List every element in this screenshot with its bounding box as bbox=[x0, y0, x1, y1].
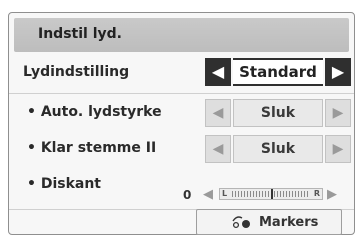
slider-handle[interactable] bbox=[271, 189, 273, 199]
treble-value: 0 bbox=[183, 188, 192, 202]
left-arrow-icon[interactable]: ◀ bbox=[203, 187, 213, 202]
treble-slider[interactable]: L R bbox=[219, 188, 323, 200]
left-arrow-icon[interactable]: ◀ bbox=[205, 58, 231, 86]
auto-volume-value: Sluk bbox=[233, 99, 323, 127]
page-title: Indstil lyd. bbox=[38, 26, 122, 42]
sound-settings-panel: Indstil lyd. Lydindstilling ◀ Standard ▶… bbox=[8, 12, 355, 235]
sound-mode-selector[interactable]: ◀ Standard ▶ bbox=[205, 58, 351, 86]
markers-label: Markers bbox=[259, 215, 319, 230]
slider-right-mark: R bbox=[313, 189, 320, 198]
clear-voice-label: • Klar stemme II bbox=[27, 140, 157, 156]
auto-volume-selector[interactable]: ◀ Sluk ▶ bbox=[205, 99, 351, 127]
right-arrow-icon[interactable]: ▶ bbox=[327, 187, 337, 202]
sound-mode-label: Lydindstilling bbox=[23, 64, 130, 80]
clear-voice-selector[interactable]: ◀ Sluk ▶ bbox=[205, 135, 351, 163]
treble-label: • Diskant bbox=[27, 176, 101, 192]
right-arrow-icon[interactable]: ▶ bbox=[325, 135, 351, 163]
left-arrow-icon[interactable]: ◀ bbox=[205, 135, 231, 163]
left-arrow-icon[interactable]: ◀ bbox=[205, 99, 231, 127]
clear-voice-value: Sluk bbox=[233, 135, 323, 163]
remote-pointer-icon bbox=[232, 216, 250, 229]
divider bbox=[9, 93, 354, 94]
auto-volume-label: • Auto. lydstyrke bbox=[27, 104, 162, 120]
right-arrow-icon[interactable]: ▶ bbox=[325, 99, 351, 127]
right-arrow-icon[interactable]: ▶ bbox=[325, 58, 351, 86]
title-bar: Indstil lyd. bbox=[14, 18, 349, 52]
markers-button[interactable]: Markers bbox=[196, 209, 342, 235]
sound-mode-value: Standard bbox=[233, 58, 323, 86]
slider-left-mark: L bbox=[222, 189, 228, 198]
